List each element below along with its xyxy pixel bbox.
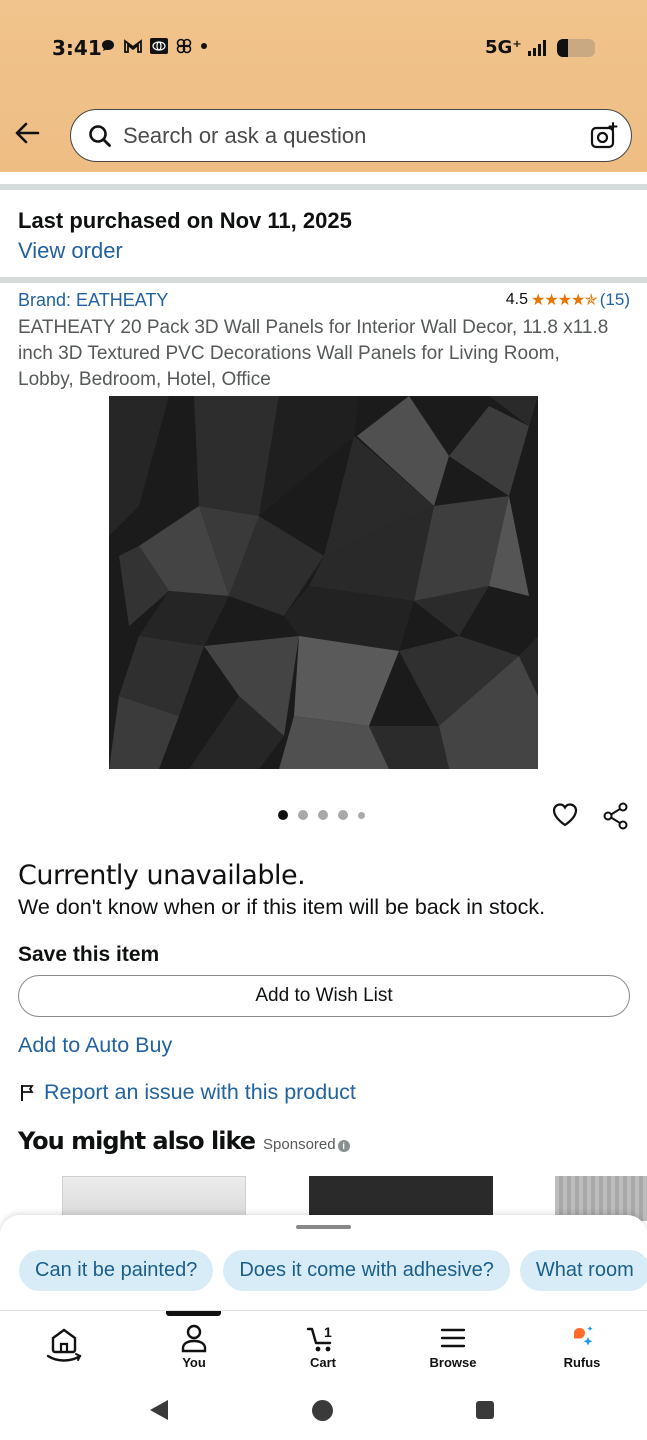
chat-icon [102, 40, 114, 51]
nav-you[interactable]: You [154, 1323, 234, 1370]
availability-detail: We don't know when or if this item will … [18, 895, 546, 919]
last-purchased: Last purchased on Nov 11, 2025 View orde… [18, 208, 352, 264]
star-rating-icon: ★★★★✯ [530, 292, 598, 309]
sponsored-label[interactable]: Sponsored i [263, 1136, 350, 1153]
system-home-icon[interactable] [312, 1400, 333, 1421]
home-icon [46, 1328, 82, 1362]
dot-icon [201, 43, 207, 49]
pagination-dot[interactable] [298, 810, 308, 820]
nav-label: Cart [309, 1355, 336, 1370]
sheet-handle[interactable] [296, 1225, 351, 1229]
rufus-suggestions-sheet: Can it be painted? Does it come with adh… [0, 1215, 647, 1311]
suggestion-chip[interactable]: Does it come with adhesive? [223, 1250, 510, 1291]
heart-icon[interactable] [551, 801, 579, 829]
suggestion-chip[interactable]: Can it be painted? [19, 1250, 214, 1291]
cart-badge: 1 [324, 1324, 332, 1340]
status-time: 3:41 [52, 36, 102, 60]
nav-label: Rufus [563, 1355, 601, 1370]
info-icon[interactable]: i [337, 1140, 350, 1152]
person-icon [181, 1324, 207, 1353]
nav-label: Browse [429, 1355, 477, 1370]
search-icon [89, 125, 111, 147]
pinwheel-icon [176, 38, 192, 54]
pagination-dot[interactable] [338, 810, 348, 820]
product-image[interactable] [109, 396, 538, 769]
nav-label: You [182, 1355, 206, 1370]
bottom-nav: You 1 Cart Browse Rufus [0, 1311, 647, 1383]
image-pagination[interactable] [278, 810, 365, 820]
active-tab-indicator [166, 1311, 221, 1316]
rating-value: 4.5 [505, 291, 528, 308]
availability-headline: Currently unavailable. [18, 860, 306, 891]
report-issue[interactable]: Report an issue with this product [20, 1080, 356, 1105]
system-recents-icon[interactable] [476, 1401, 494, 1419]
product-page: 3:41 5G⁺ Search or ask a question Last p… [0, 0, 647, 1440]
nav-home[interactable] [24, 1323, 104, 1365]
last-purchased-text: Last purchased on Nov 11, 2025 [18, 208, 352, 233]
search-bar[interactable] [70, 109, 632, 162]
header: 3:41 5G⁺ [0, 0, 647, 172]
save-item-title: Save this item [18, 943, 160, 966]
camera-search-icon[interactable] [589, 121, 619, 151]
system-nav-bar [0, 1383, 647, 1440]
menu-icon [440, 1328, 466, 1348]
recommendations-title: You might also like [18, 1127, 256, 1155]
signal-icon [528, 40, 546, 56]
status-bar: 3:41 5G⁺ [0, 30, 647, 66]
pagination-dot[interactable] [278, 810, 288, 820]
pagination-dot[interactable] [358, 811, 365, 819]
gmail-icon [124, 39, 142, 53]
report-issue-link[interactable]: Report an issue with this product [44, 1080, 356, 1105]
recommendations-header: You might also like Sponsored i [18, 1127, 350, 1155]
nav-cart[interactable]: 1 Cart [283, 1323, 363, 1370]
battery-icon [557, 39, 595, 57]
system-back-icon[interactable] [150, 1400, 168, 1420]
search-input[interactable] [123, 120, 593, 152]
view-order-link[interactable]: View order [18, 238, 352, 264]
network-type: 5G⁺ [485, 37, 522, 58]
nav-browse[interactable]: Browse [413, 1323, 493, 1370]
divider [0, 184, 647, 190]
add-to-auto-buy-link[interactable]: Add to Auto Buy [18, 1033, 172, 1058]
divider [0, 277, 647, 283]
cart-icon: 1 [306, 1324, 332, 1352]
pagination-dot[interactable] [318, 810, 328, 820]
rating[interactable]: 4.5 ★★★★✯ (15) [506, 290, 630, 310]
add-to-wish-list-button[interactable]: Add to Wish List [18, 975, 630, 1017]
brand-link[interactable]: Brand: EATHEATY [18, 290, 168, 310]
suggestion-chips: Can it be painted? Does it come with adh… [19, 1250, 647, 1291]
review-count[interactable]: (15) [600, 290, 630, 310]
share-icon[interactable] [602, 802, 630, 830]
toyota-icon [150, 38, 168, 54]
product-title: EATHEATY 20 Pack 3D Wall Panels for Inte… [18, 317, 609, 390]
sponsored-text: Sponsored [263, 1136, 336, 1153]
brand-row: Brand: EATHEATY 4.5 ★★★★✯ (15) [18, 290, 630, 311]
flag-icon [21, 1084, 34, 1101]
suggestion-chip[interactable]: What room [519, 1250, 647, 1291]
nav-rufus[interactable]: Rufus [542, 1323, 622, 1370]
notification-icons [100, 38, 208, 54]
rufus-icon [574, 1326, 593, 1346]
back-arrow-icon[interactable] [12, 118, 42, 148]
